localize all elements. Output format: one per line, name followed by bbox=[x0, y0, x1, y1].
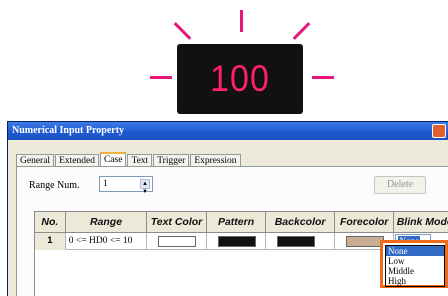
range-num-label: Range Num. bbox=[29, 180, 80, 191]
close-button[interactable] bbox=[432, 124, 446, 138]
column-header-blink-mode: Blink Mode bbox=[394, 212, 448, 232]
tab-strip: General Extended Case Text Trigger Expre… bbox=[16, 152, 242, 168]
backcolor-swatch[interactable] bbox=[277, 236, 316, 247]
text-color-cell[interactable] bbox=[147, 233, 207, 250]
glow-ray bbox=[312, 76, 334, 79]
column-header-text-color: Text Color bbox=[147, 212, 207, 232]
pattern-cell[interactable] bbox=[207, 233, 267, 250]
text-color-swatch[interactable] bbox=[158, 236, 197, 247]
glow-ray bbox=[240, 10, 243, 32]
blink-mode-dropdown: None Low Middle High bbox=[380, 240, 448, 288]
glow-ray bbox=[292, 22, 311, 40]
forecolor-swatch[interactable] bbox=[345, 236, 384, 247]
option-high[interactable]: High bbox=[386, 276, 444, 286]
column-header-no: No. bbox=[35, 212, 66, 232]
led-display-illustration: 100 bbox=[0, 0, 448, 120]
column-header-pattern: Pattern bbox=[207, 212, 267, 232]
table-header: No. Range Text Color Pattern Backcolor F… bbox=[35, 212, 448, 233]
led-display: 100 bbox=[177, 44, 303, 114]
spin-button[interactable]: ▲ ▼ bbox=[140, 179, 150, 195]
glow-ray bbox=[173, 22, 192, 40]
glow-ray bbox=[150, 76, 172, 79]
pattern-swatch[interactable] bbox=[217, 236, 256, 247]
window-title: Numerical Input Property bbox=[12, 125, 125, 136]
column-header-range: Range bbox=[66, 212, 148, 232]
option-middle[interactable]: Middle bbox=[386, 266, 444, 276]
led-value: 100 bbox=[210, 57, 270, 99]
title-bar: Numerical Input Property bbox=[8, 122, 448, 140]
range-cell[interactable]: 0 <= HD0 <= 10 bbox=[66, 233, 148, 250]
option-low[interactable]: Low bbox=[386, 256, 444, 266]
backcolor-cell[interactable] bbox=[266, 233, 335, 250]
row-number: 1 bbox=[35, 233, 66, 250]
blink-mode-options: None Low Middle High bbox=[385, 245, 445, 287]
range-num-input[interactable]: 1 ▲ ▼ bbox=[99, 176, 153, 195]
column-header-backcolor: Backcolor bbox=[266, 212, 335, 232]
column-header-forecolor: Forecolor bbox=[335, 212, 395, 232]
delete-button[interactable]: Delete bbox=[374, 176, 426, 194]
option-none[interactable]: None bbox=[386, 246, 444, 256]
range-num-value: 1 bbox=[103, 179, 108, 189]
